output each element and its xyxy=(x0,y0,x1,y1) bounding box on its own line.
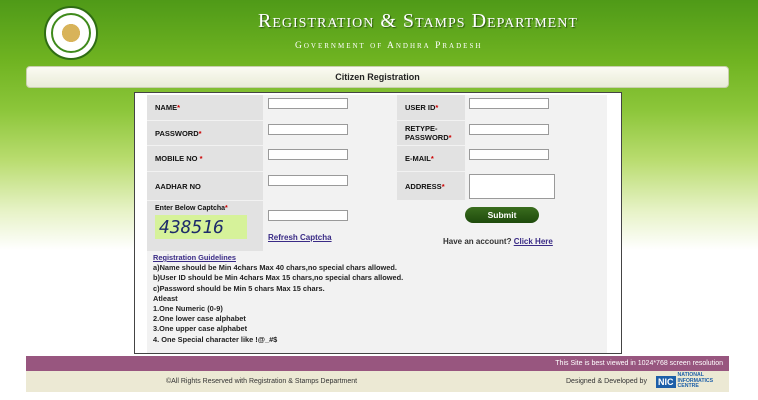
site-header: Registration & Stamps Department Registr… xyxy=(0,0,758,66)
footer: ©All Rights Reserved with Registration &… xyxy=(26,371,729,392)
guideline-line: a)Name should be Min 4chars Max 40 chars… xyxy=(153,263,397,273)
password-input[interactable] xyxy=(268,124,348,135)
guideline-line: Atleast xyxy=(153,293,178,303)
registration-guidelines: Registration Guidelines a)Name should be… xyxy=(153,253,603,345)
refresh-captcha-link[interactable]: Refresh Captcha xyxy=(268,233,332,242)
userid-input[interactable] xyxy=(469,98,549,109)
guideline-line: c)Password should be Min 5 chars Max 15 … xyxy=(153,283,325,293)
guidelines-title: Registration Guidelines xyxy=(153,253,236,262)
userid-label: USER ID * xyxy=(397,95,465,120)
registration-form: NAME * USER ID * PASSWORD * RETYPE- PASSWOR… xyxy=(147,95,607,353)
email-label: E-MAIL * xyxy=(397,146,465,171)
address-label: ADDRESS * xyxy=(397,172,465,200)
aadhar-label: AADHAR NO xyxy=(147,172,263,200)
registration-panel: NAME * USER ID * PASSWORD * RETYPE- PASSWOR… xyxy=(134,92,622,354)
page-title: Citizen Registration xyxy=(335,72,420,82)
guideline-line: 1.One Numeric (0-9) xyxy=(153,304,223,314)
best-viewed-text: This Site is best viewed in 1024*768 scr… xyxy=(555,360,723,367)
guideline-line: 4. One Special character like !@_#$ xyxy=(153,334,278,344)
guideline-line: b)User ID should be Min 4chars Max 15 ch… xyxy=(153,273,404,283)
email-input[interactable] xyxy=(469,149,549,160)
retype-password-label: RETYPE- PASSWORD* xyxy=(397,121,465,145)
footer-resolution-band: This Site is best viewed in 1024*768 scr… xyxy=(26,356,729,371)
ap-state-emblem-icon xyxy=(44,6,98,60)
mobile-input[interactable] xyxy=(268,149,348,160)
password-label: PASSWORD * xyxy=(147,121,263,145)
captcha-image: 438516 xyxy=(155,215,247,239)
captcha-input[interactable] xyxy=(268,210,348,221)
government-subtitle: Government of Andhra Pradesh xyxy=(295,41,483,51)
department-title-reflection: Registration & Stamps Department xyxy=(258,16,578,27)
nic-logo-icon[interactable]: NIC NATIONAL INFORMATICS CENTRE xyxy=(656,373,728,390)
submit-button[interactable]: Submit xyxy=(465,207,539,223)
nic-logo-mark: NIC xyxy=(656,375,676,388)
retype-password-input[interactable] xyxy=(469,124,549,135)
designed-by-text: Designed & Developed by xyxy=(566,378,647,385)
nic-logo-text: NATIONAL INFORMATICS CENTRE xyxy=(677,372,714,390)
page-title-bar: Citizen Registration xyxy=(26,66,729,88)
guideline-line: 3.One upper case alphabet xyxy=(153,324,248,334)
aadhar-input[interactable] xyxy=(268,175,348,186)
mobile-label: MOBILE NO * xyxy=(147,146,263,171)
copyright-text: ©All Rights Reserved with Registration &… xyxy=(166,378,358,385)
guideline-line: 2.One lower case alphabet xyxy=(153,314,246,324)
have-account-text: Have an account? Click Here xyxy=(443,237,553,246)
name-label: NAME * xyxy=(147,95,263,120)
name-input[interactable] xyxy=(268,98,348,109)
address-textarea[interactable] xyxy=(469,174,555,199)
click-here-link[interactable]: Click Here xyxy=(514,237,553,246)
